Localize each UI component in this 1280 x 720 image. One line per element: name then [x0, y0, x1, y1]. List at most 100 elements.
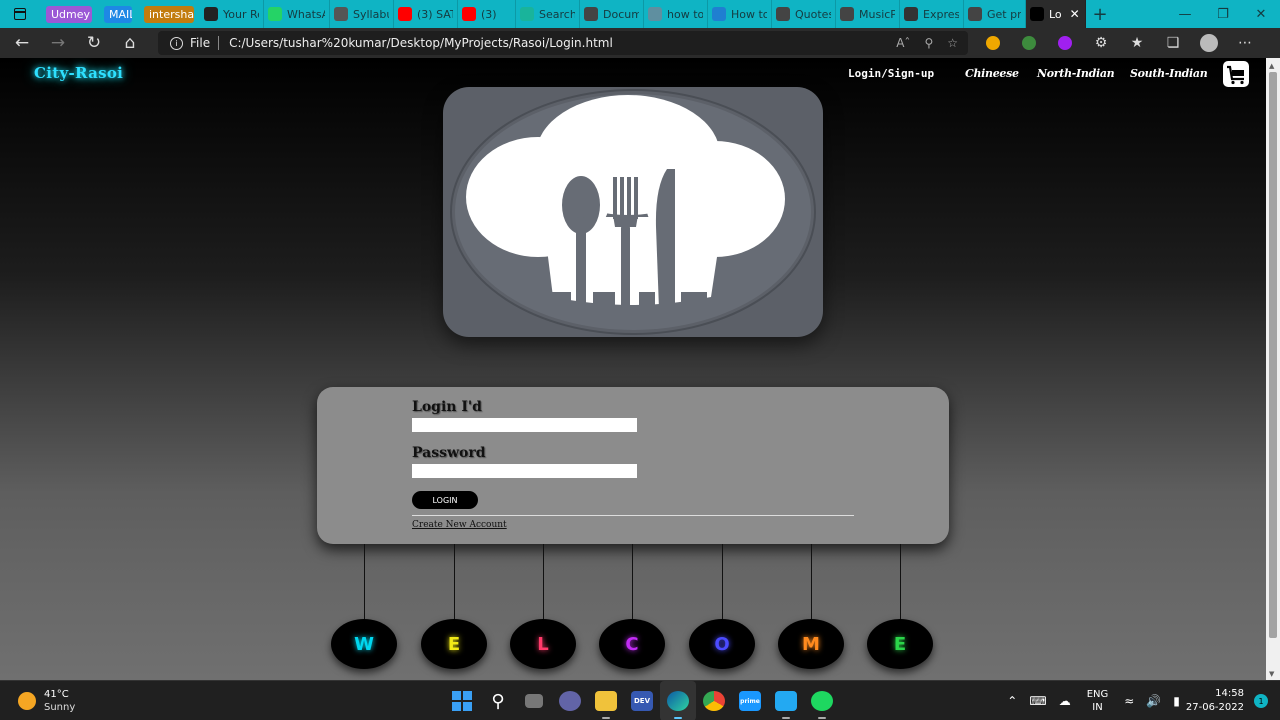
- browser-tab[interactable]: how to: [644, 0, 708, 28]
- browser-tab[interactable]: Expres: [900, 0, 964, 28]
- password-input[interactable]: [412, 464, 637, 478]
- collections-icon[interactable]: ❏: [1155, 28, 1191, 58]
- browser-tab[interactable]: WhatsA: [264, 0, 330, 28]
- close-window-button[interactable]: ✕: [1242, 0, 1280, 28]
- language-indicator[interactable]: ENG IN: [1087, 688, 1109, 714]
- extension-tree-icon[interactable]: [1011, 28, 1047, 58]
- browser-tab[interactable]: Search: [516, 0, 580, 28]
- scroll-up-arrow[interactable]: ▲: [1269, 62, 1274, 70]
- region-code: IN: [1092, 702, 1103, 713]
- browser-tab[interactable]: intershala: [138, 0, 200, 28]
- browser-tab[interactable]: Your Re: [200, 0, 264, 28]
- info-icon[interactable]: i: [170, 36, 183, 50]
- chrome-icon: [703, 691, 725, 711]
- home-button[interactable]: ⌂: [112, 28, 148, 58]
- create-account-link[interactable]: Create New Account: [412, 520, 507, 530]
- weather-temp: 41°C: [44, 689, 69, 700]
- browser-tab[interactable]: Udmey: [40, 0, 98, 28]
- more-menu-icon[interactable]: ⋯: [1227, 28, 1263, 58]
- weather-widget[interactable]: 41°C Sunny: [18, 688, 75, 714]
- search-icon: [648, 7, 662, 21]
- keyboard-icon[interactable]: ⌨: [1029, 694, 1046, 708]
- protocol-label: File: [190, 36, 211, 50]
- file-explorer-button[interactable]: [588, 681, 624, 720]
- tab-actions-button[interactable]: [0, 0, 40, 28]
- extension-purple-icon[interactable]: [1047, 28, 1083, 58]
- search-icon: ⚲: [491, 690, 505, 712]
- tab-label: how to: [667, 7, 703, 21]
- volume-icon[interactable]: 🔊: [1146, 694, 1161, 708]
- start-button[interactable]: [444, 681, 480, 720]
- close-tab-icon[interactable]: ✕: [1070, 7, 1080, 21]
- prime-video-icon: prime: [739, 691, 761, 711]
- browser-tab[interactable]: (3): [458, 0, 516, 28]
- wifi-icon[interactable]: ≈: [1124, 694, 1134, 708]
- nav-north-indian[interactable]: North-Indian: [1037, 67, 1115, 80]
- cart-icon[interactable]: [1222, 60, 1250, 88]
- doc-icon: [334, 7, 348, 21]
- welcome-letter-ball: W: [331, 619, 397, 669]
- extensions-puzzle-icon[interactable]: ⚙: [1083, 28, 1119, 58]
- browser-tab[interactable]: Lo ✕: [1026, 0, 1086, 28]
- active-indicator: [674, 717, 682, 719]
- back-button[interactable]: ←: [4, 28, 40, 58]
- zoom-icon[interactable]: ⚲: [924, 36, 933, 50]
- url-text[interactable]: C:/Users/tushar%20kumar/Desktop/MyProjec…: [229, 36, 613, 50]
- notification-badge[interactable]: 1: [1254, 694, 1268, 708]
- taskbar-search-button[interactable]: ⚲: [480, 681, 516, 720]
- windows-taskbar: 41°C Sunny ⚲ DEV prime ⌃ ⌨ ☁ ENG IN ≈ 🔊 …: [0, 680, 1280, 720]
- new-tab-button[interactable]: +: [1086, 0, 1114, 28]
- p-icon: [712, 7, 726, 21]
- browser-tab[interactable]: (3) SAT: [394, 0, 458, 28]
- tab-label: Search: [539, 7, 575, 21]
- chevron-up-icon[interactable]: ⌃: [1007, 694, 1017, 708]
- read-aloud-icon[interactable]: Aˆ: [896, 36, 910, 50]
- browser-tab[interactable]: Get pre: [964, 0, 1026, 28]
- brand-logo-text[interactable]: City-Rasoi: [34, 64, 123, 82]
- login-id-input[interactable]: [412, 418, 637, 432]
- tab-actions-icon: [14, 8, 26, 20]
- forward-button[interactable]: →: [40, 28, 76, 58]
- task-view-button[interactable]: [516, 681, 552, 720]
- onedrive-cloud-icon[interactable]: ☁: [1059, 694, 1071, 708]
- hanging-string: [900, 544, 901, 620]
- extension-honey-icon[interactable]: [975, 28, 1011, 58]
- nav-chineese[interactable]: Chineese: [965, 67, 1019, 80]
- login-button[interactable]: LOGIN: [412, 491, 478, 509]
- whatsapp-icon: [268, 7, 282, 21]
- windows-logo-icon: [452, 691, 472, 711]
- scroll-down-arrow[interactable]: ▼: [1269, 670, 1274, 678]
- favorite-add-icon[interactable]: ☆: [947, 36, 958, 50]
- vscode-button[interactable]: [768, 681, 804, 720]
- task-view-icon: [525, 694, 543, 708]
- browser-tab[interactable]: Docum: [580, 0, 644, 28]
- page-viewport: City-Rasoi Login/Sign-up Chineese North-…: [0, 58, 1266, 680]
- running-indicator-3: [818, 717, 826, 719]
- browser-tab[interactable]: Quotes: [772, 0, 836, 28]
- browser-tab[interactable]: How to: [708, 0, 772, 28]
- clock[interactable]: 14:58 27-06-2022: [1186, 687, 1244, 715]
- favorites-icon[interactable]: ★: [1119, 28, 1155, 58]
- scrollbar-thumb[interactable]: [1269, 72, 1277, 638]
- chrome-button[interactable]: [696, 681, 732, 720]
- prime-video-button[interactable]: prime: [732, 681, 768, 720]
- taskbar-apps: ⚲ DEV prime: [444, 681, 840, 720]
- minimize-button[interactable]: —: [1166, 0, 1204, 28]
- profile-avatar-icon[interactable]: [1191, 28, 1227, 58]
- dev-app-button[interactable]: DEV: [624, 681, 660, 720]
- maximize-button[interactable]: ❐: [1204, 0, 1242, 28]
- browser-tab[interactable]: MusicP: [836, 0, 900, 28]
- nav-south-indian[interactable]: South-Indian: [1130, 67, 1208, 80]
- refresh-button[interactable]: ↻: [76, 28, 112, 58]
- vertical-scrollbar[interactable]: ▲ ▼: [1266, 58, 1280, 680]
- edge-button[interactable]: [660, 681, 696, 720]
- tab-label: Udmey: [46, 5, 92, 23]
- spotify-button[interactable]: [804, 681, 840, 720]
- browser-tab[interactable]: MAIL: [98, 0, 138, 28]
- browser-tab[interactable]: Syllabu: [330, 0, 394, 28]
- teams-chat-button[interactable]: [552, 681, 588, 720]
- browser-tab-strip: Udmey MAIL intershala Your Re WhatsA Syllabu (…: [0, 0, 1280, 28]
- battery-icon[interactable]: ▮: [1173, 694, 1180, 708]
- nav-login-signup[interactable]: Login/Sign-up: [848, 67, 934, 80]
- address-bar[interactable]: i File C:/Users/tushar%20kumar/Desktop/M…: [158, 31, 968, 55]
